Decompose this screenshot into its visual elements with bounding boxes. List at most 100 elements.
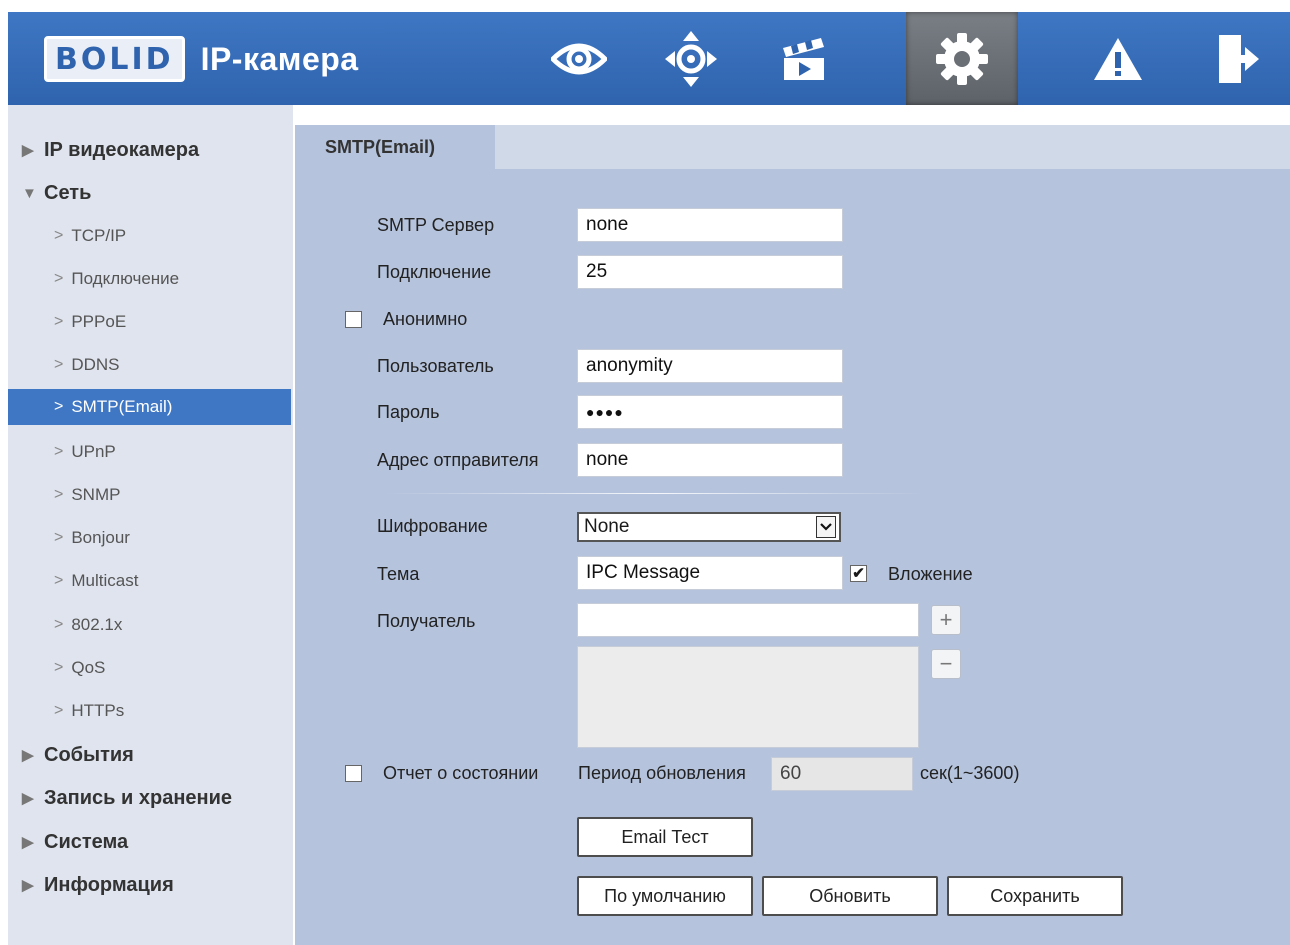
chevron-down-icon[interactable] <box>816 516 836 538</box>
refresh-button[interactable]: Обновить <box>762 876 938 916</box>
encryption-label: Шифрование <box>377 516 488 536</box>
encryption-select[interactable]: None <box>577 512 841 542</box>
clapperboard-icon <box>783 37 824 80</box>
sidebar-item-label: Запись и хранение <box>44 786 233 809</box>
sidebar-item-info[interactable]: ▶ Информация <box>8 867 291 903</box>
update-period-unit: сек(1~3600) <box>920 763 1020 783</box>
port-input[interactable]: 25 <box>577 255 843 289</box>
chevron-right-icon: > <box>54 659 64 676</box>
settings-sidebar: ▶ IP видеокамера ▼ Сеть > TCP/IP > Подключ… <box>8 105 293 945</box>
update-period-label: Период обновления <box>578 763 746 783</box>
ptz-control-button[interactable] <box>641 12 741 105</box>
minus-icon: − <box>939 651 953 676</box>
port-label: Подключение <box>377 262 492 282</box>
smtp-server-label: SMTP Сервер <box>377 215 495 235</box>
sidebar-item-record[interactable]: ▶ Запись и хранение <box>8 780 291 816</box>
sidebar-item-label: TCP/IP <box>71 226 127 245</box>
username-label: Пользователь <box>377 356 494 376</box>
sidebar-item-label: Подключение <box>71 269 180 288</box>
chevron-right-icon: > <box>54 313 64 330</box>
sidebar-item-tcpip[interactable]: > TCP/IP <box>8 218 291 254</box>
sidebar-item-label: UPnP <box>71 442 116 461</box>
chevron-right-icon: > <box>54 702 64 719</box>
sender-address-label: Адрес отправителя <box>377 450 539 470</box>
add-recipient-button[interactable]: + <box>931 605 961 635</box>
sidebar-item-events[interactable]: ▶ События <box>8 737 291 773</box>
sidebar-item-label: IP видеокамера <box>44 138 200 161</box>
chevron-right-icon: > <box>54 572 64 589</box>
sidebar-item-upnp[interactable]: > UPnP <box>8 434 291 470</box>
anonymous-checkbox[interactable] <box>345 311 362 328</box>
expand-triangle-icon: ▶ <box>22 790 34 807</box>
sidebar-item-connection[interactable]: > Подключение <box>8 261 291 297</box>
sidebar-item-label: SNMP <box>71 485 121 504</box>
logout-button[interactable] <box>1188 12 1288 105</box>
sidebar-item-label: HTTPs <box>71 701 125 720</box>
sidebar-item-ddns[interactable]: > DDNS <box>8 347 291 383</box>
sidebar-item-label: Информация <box>44 873 174 896</box>
chevron-right-icon: > <box>54 443 64 460</box>
sidebar-item-label: SMTP(Email) <box>71 397 173 416</box>
plus-icon: + <box>939 607 953 632</box>
sidebar-item-bonjour[interactable]: > Bonjour <box>8 520 291 556</box>
attachment-checkbox[interactable]: ✔ <box>850 565 867 582</box>
settings-button[interactable] <box>906 12 1018 105</box>
sidebar-item-pppoe[interactable]: > PPPoE <box>8 304 291 340</box>
save-button[interactable]: Сохранить <box>947 876 1123 916</box>
exit-door-icon <box>1219 34 1259 83</box>
sidebar-item-label: Система <box>44 830 129 853</box>
live-view-button[interactable] <box>529 12 629 105</box>
sidebar-item-8021x[interactable]: >802.1x <box>8 607 291 643</box>
sidebar-item-label: Bonjour <box>71 528 130 547</box>
encryption-selected-value: None <box>584 516 630 537</box>
alarm-button[interactable] <box>1068 12 1168 105</box>
status-report-checkbox[interactable] <box>345 765 362 782</box>
subject-label: Тема <box>377 564 420 584</box>
ptz-arrows-icon <box>665 30 717 87</box>
sidebar-item-ip-camera[interactable]: ▶ IP видеокамера <box>8 132 291 168</box>
sidebar-item-label: Multicast <box>71 571 139 590</box>
smtp-server-input[interactable]: none <box>577 208 843 242</box>
sidebar-item-snmp[interactable]: > SNMP <box>8 477 291 513</box>
collapse-triangle-icon: ▼ <box>22 184 37 202</box>
password-input[interactable]: ●●●● <box>577 395 843 429</box>
password-label: Пароль <box>377 402 440 422</box>
playback-button[interactable] <box>754 12 854 105</box>
sidebar-item-https[interactable]: > HTTPs <box>8 693 291 729</box>
chevron-right-icon: > <box>54 270 64 287</box>
smtp-settings-panel: SMTP(Email) SMTP Сервер none Подключение… <box>295 125 1290 945</box>
sidebar-item-qos[interactable]: > QoS <box>8 650 291 686</box>
sidebar-item-label: PPPoE <box>71 312 127 331</box>
sidebar-item-multicast[interactable]: > Multicast <box>8 563 291 599</box>
recipient-input[interactable] <box>577 603 919 637</box>
attachment-label: Вложение <box>888 564 973 584</box>
sidebar-item-label: Сеть <box>44 181 92 204</box>
sender-address-input[interactable]: none <box>577 443 843 477</box>
expand-triangle-icon: ▶ <box>22 877 34 894</box>
top-header: BOLID IP-камера <box>8 12 1290 105</box>
default-button[interactable]: По умолчанию <box>577 876 753 916</box>
gear-icon <box>936 32 988 85</box>
subject-input[interactable]: IPC Message <box>577 556 843 590</box>
sidebar-item-network[interactable]: ▼ Сеть <box>8 175 291 211</box>
sidebar-item-label: События <box>44 743 134 766</box>
chevron-right-icon: > <box>54 616 64 633</box>
expand-triangle-icon: ▶ <box>22 834 34 851</box>
logo-mark: BOLID <box>44 36 185 82</box>
username-input[interactable]: anonymity <box>577 349 843 383</box>
logo: BOLID IP-камера <box>44 34 359 84</box>
tab-smtp-email[interactable]: SMTP(Email) <box>295 125 495 169</box>
chevron-right-icon: > <box>54 529 64 546</box>
email-test-button[interactable]: Email Тест <box>577 817 753 857</box>
sidebar-item-smtp[interactable]: > SMTP(Email) <box>8 389 291 425</box>
update-period-input[interactable]: 60 <box>771 757 913 791</box>
sidebar-item-system[interactable]: ▶ Система <box>8 824 291 860</box>
recipient-list[interactable] <box>577 646 919 748</box>
remove-recipient-button[interactable]: − <box>931 649 961 679</box>
chevron-right-icon: > <box>54 486 64 503</box>
recipient-label: Получатель <box>377 611 476 631</box>
tab-bar: SMTP(Email) <box>295 125 1290 169</box>
sidebar-item-label: 802.1x <box>71 615 123 634</box>
chevron-right-icon: > <box>54 227 64 244</box>
eye-icon <box>551 43 607 74</box>
